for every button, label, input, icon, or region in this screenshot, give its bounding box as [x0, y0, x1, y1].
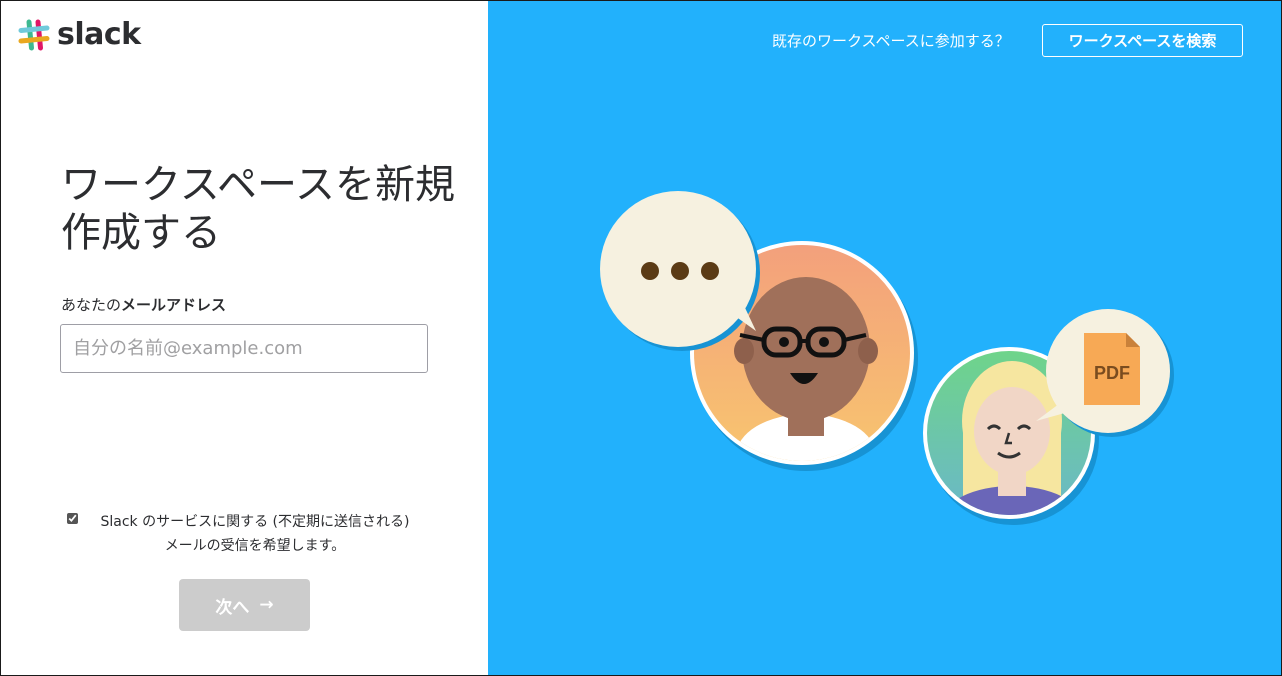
page-title: ワークスペースを新規作成する: [61, 162, 455, 256]
illustration-panel: 既存のワークスペースに参加する？ ワークスペースを検索 PDF: [488, 1, 1281, 675]
arrow-right-icon: →: [259, 595, 274, 615]
consent-text-line2: メールの受信を希望します。: [164, 538, 346, 554]
pdf-label: PDF: [1094, 363, 1130, 383]
slack-logo[interactable]: slack: [17, 17, 141, 52]
people-chat-illustration: PDF: [600, 191, 1174, 525]
chat-bubble-icon: [600, 191, 760, 351]
consent-text-line1: Slack のサービスに関する (不定期に送信される): [100, 514, 410, 530]
newsletter-checkbox[interactable]: [67, 513, 78, 524]
email-label-prefix: あなたの: [61, 296, 122, 314]
email-label-bold: メールアドレス: [121, 296, 227, 314]
signup-form-panel: slack ワークスペースを新規作成する あなたのメールアドレス Slack の…: [1, 1, 488, 675]
email-label: あなたのメールアドレス: [61, 294, 226, 315]
slack-wordmark: slack: [57, 17, 141, 52]
signup-window: slack ワークスペースを新規作成する あなたのメールアドレス Slack の…: [0, 0, 1282, 676]
next-button[interactable]: 次へ →: [179, 579, 310, 631]
slack-hash-icon: [18, 19, 50, 50]
newsletter-consent: Slack のサービスに関する (不定期に送信される) メールの受信を希望します…: [65, 510, 445, 558]
email-input[interactable]: [60, 324, 428, 373]
next-button-label: 次へ: [215, 597, 250, 618]
